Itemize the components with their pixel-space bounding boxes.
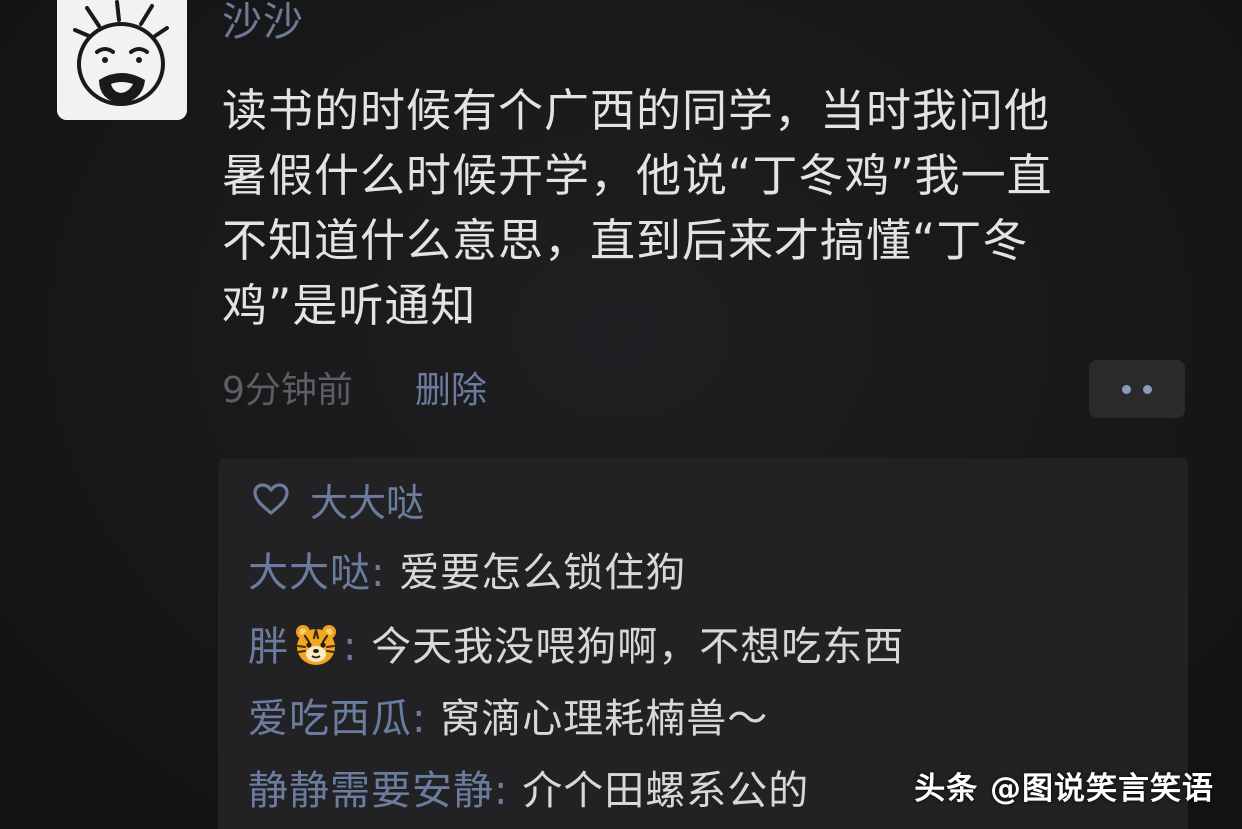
comment-author[interactable]: 胖 (248, 624, 343, 670)
comment-separator: : (343, 624, 372, 670)
like-name[interactable]: 大大哒 (310, 472, 424, 527)
more-dots-icon (1122, 384, 1131, 394)
comment-item[interactable]: 胖 : 今天我没喂狗啊，不想吃东西 (248, 622, 904, 672)
comment-item[interactable]: 静静需要安静: 介个田螺系公的 (248, 766, 809, 816)
post-meta: 9分钟前 删除 (222, 362, 487, 412)
comment-author[interactable]: 静静需要安静 (248, 768, 494, 814)
post-text: 读书的时候有个广西的同学，当时我问他 暑假什么时候开学，他说“丁冬鸡”我一直 不… (222, 78, 1182, 338)
post-text-line: 暑假什么时候开学，他说“丁冬鸡”我一直 (222, 149, 1053, 202)
more-options-button[interactable] (1089, 360, 1185, 418)
comment-text: 今天我没喂狗啊，不想吃东西 (371, 624, 905, 670)
more-dots-icon (1143, 384, 1152, 394)
avatar[interactable] (57, 0, 187, 120)
comment-author[interactable]: 爱吃西瓜 (248, 696, 412, 742)
delete-link[interactable]: 删除 (415, 361, 487, 413)
moments-screen: 沙沙 读书的时候有个广西的同学，当时我问他 暑假什么时候开学，他说“丁冬鸡”我一… (0, 0, 1242, 829)
comment-separator: : (494, 768, 523, 814)
comment-author-name: 胖 (248, 624, 289, 670)
cartoon-face-avatar-icon (57, 0, 187, 120)
comment-text: 窝滴心理耗楠兽～ (440, 696, 769, 742)
comment-author[interactable]: 大大哒 (248, 550, 371, 596)
post-text-line: 读书的时候有个广西的同学，当时我问他 (222, 84, 1051, 137)
likes-row: 大大哒 (252, 472, 424, 527)
post-username[interactable]: 沙沙 (222, 0, 304, 44)
post-text-line: 鸡”是听通知 (222, 279, 477, 332)
comment-item[interactable]: 爱吃西瓜: 窝滴心理耗楠兽～ (248, 694, 768, 744)
comment-separator: : (412, 696, 441, 742)
tiger-face-icon (296, 625, 336, 665)
comment-item[interactable]: 大大哒: 爱要怎么锁住狗 (248, 548, 686, 598)
comment-separator: : (371, 550, 400, 596)
post-timestamp: 9分钟前 (222, 370, 353, 411)
post-text-line: 不知道什么意思，直到后来才搞懂“丁冬 (222, 214, 1029, 267)
heart-icon (253, 483, 289, 515)
comment-text: 爱要怎么锁住狗 (399, 550, 687, 596)
comment-text: 介个田螺系公的 (522, 768, 810, 814)
watermark: 头条 @图说笑言笑语 (914, 771, 1214, 807)
